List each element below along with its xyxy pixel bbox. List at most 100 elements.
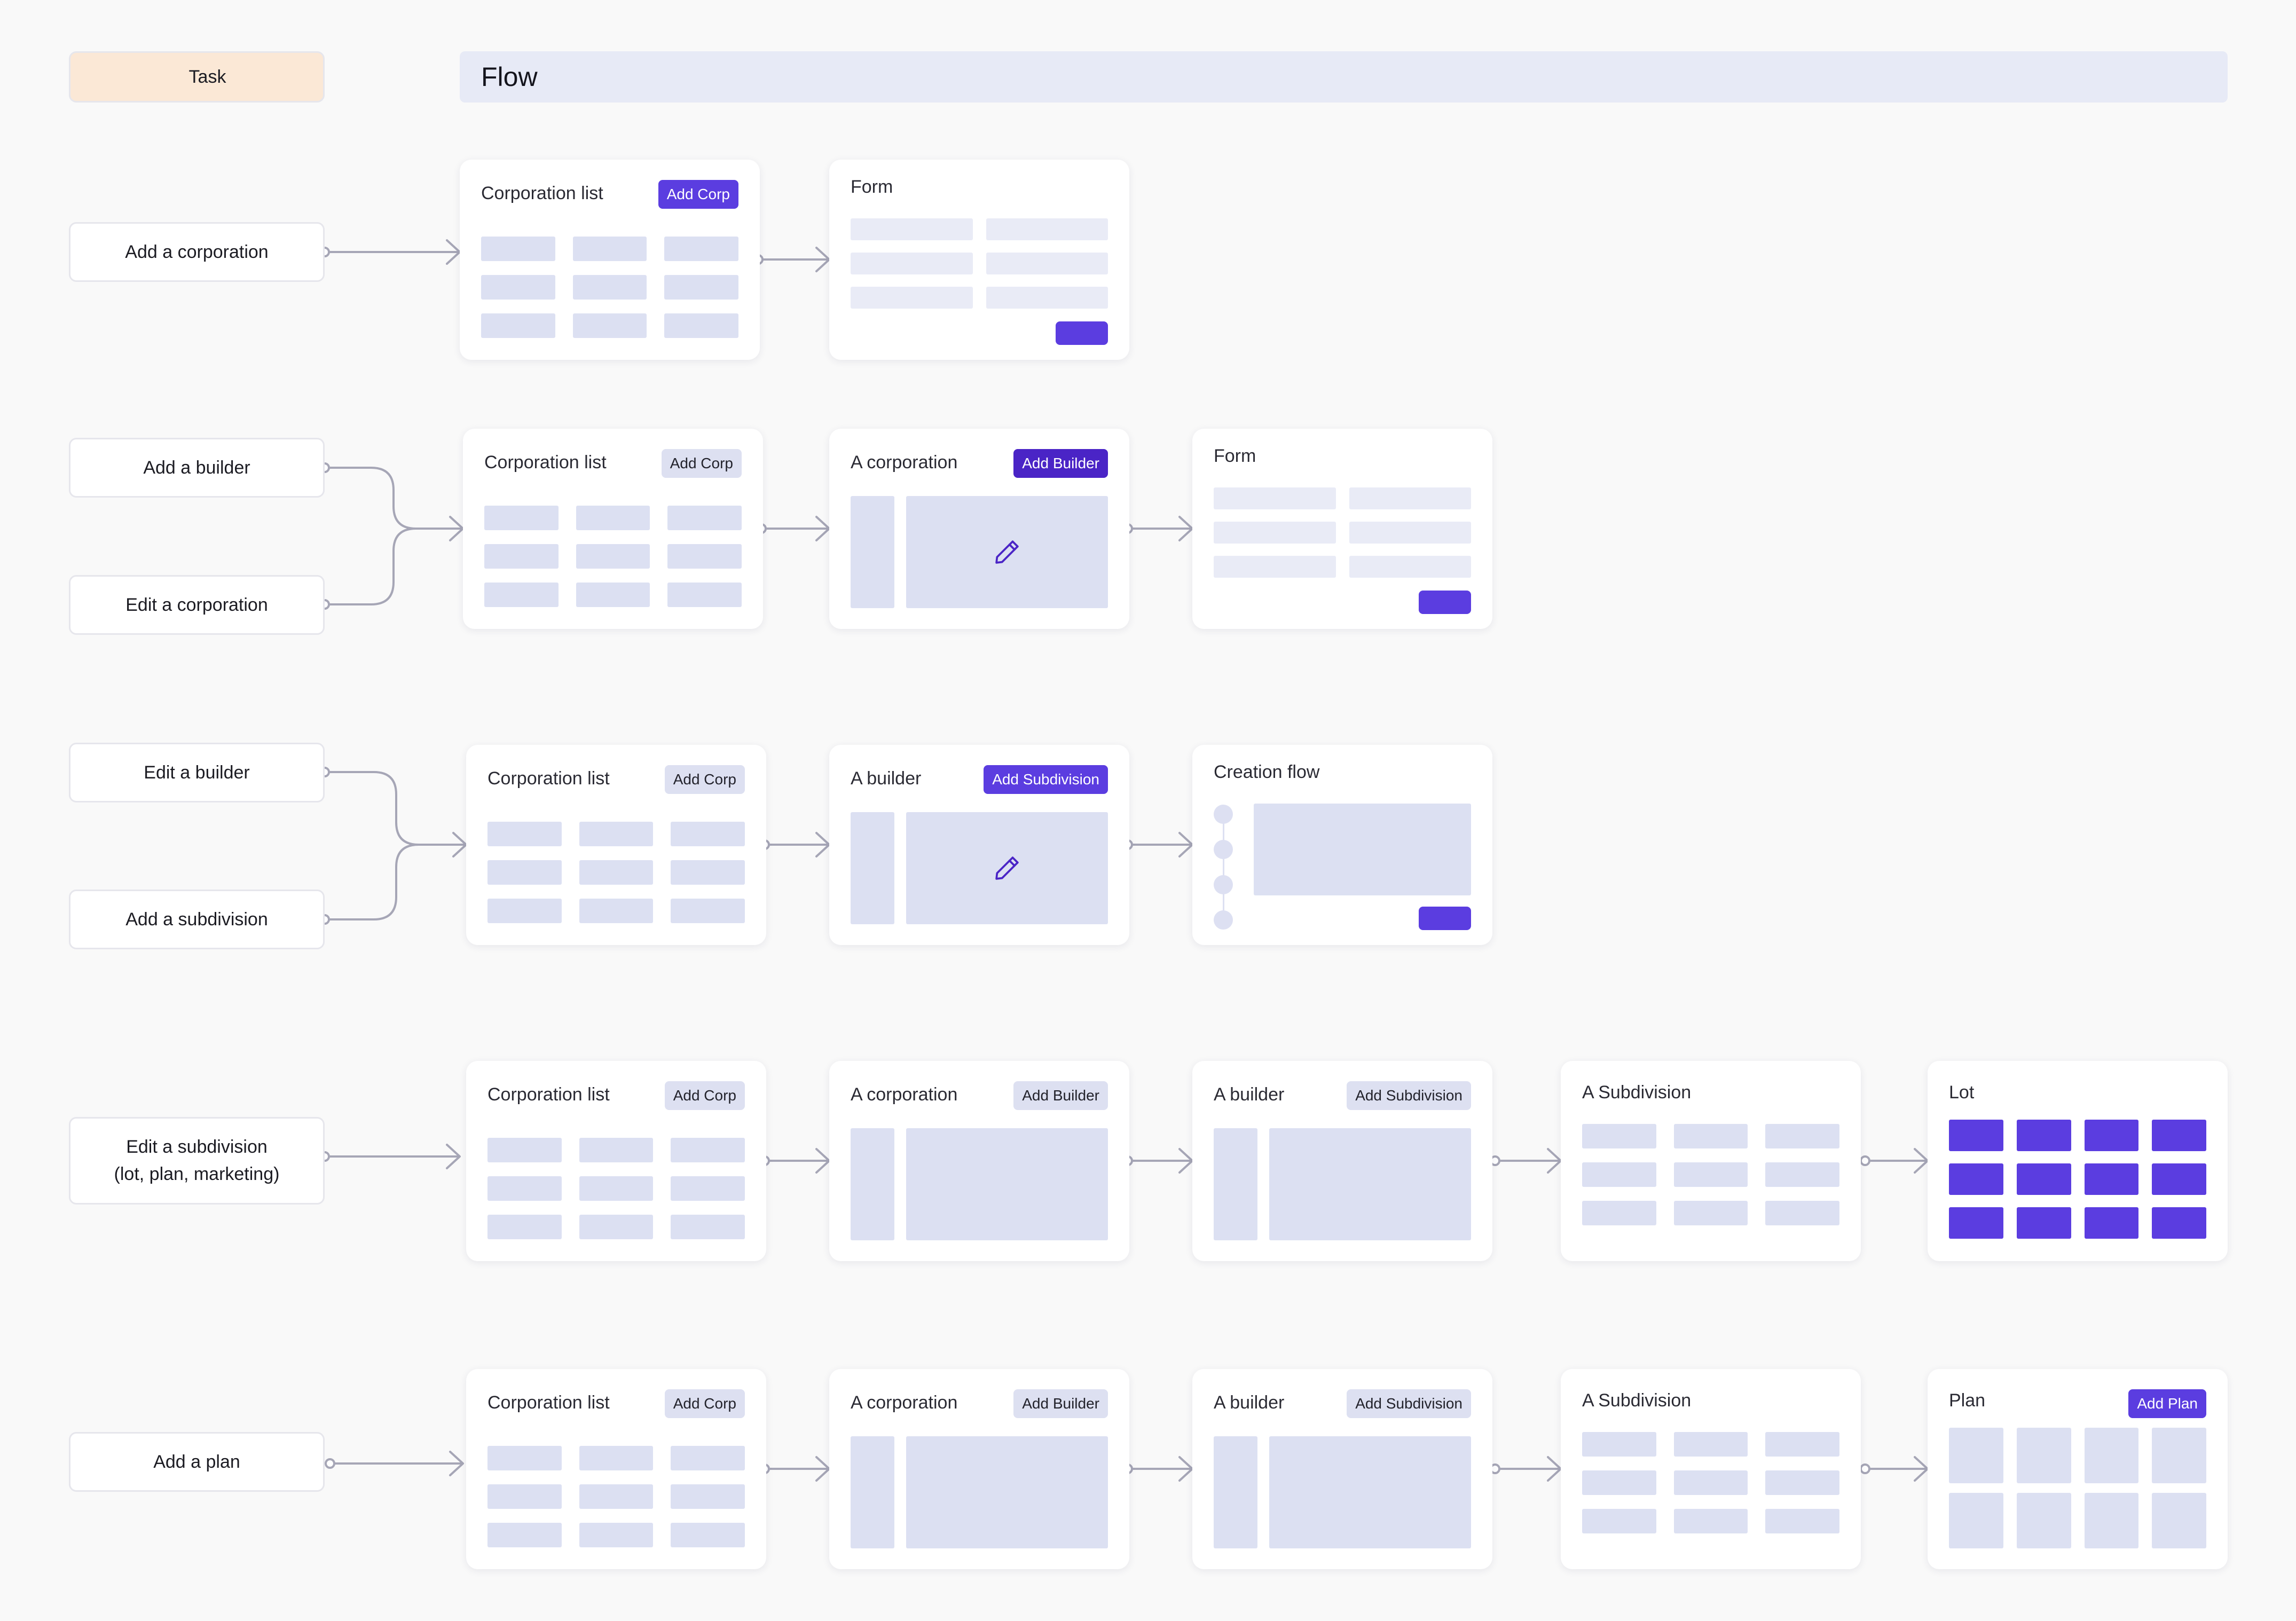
task-add-builder[interactable]: Add a builder [69,438,325,498]
task-flow-diagram: Task Flow Add a corporation Add a builde… [0,0,2296,1621]
task-edit-subdivision-line2: (lot, plan, marketing) [114,1164,280,1184]
lot-tile[interactable] [2152,1207,2206,1239]
connector-line [325,467,463,530]
task-edit-builder[interactable]: Edit a builder [69,743,325,802]
screen-title: Corporation list [481,183,603,203]
task-edit-subdivision-line1: Edit a subdivision [126,1137,268,1157]
connector-line [325,771,466,846]
lot-tile[interactable] [2084,1163,2139,1195]
lot-tile[interactable] [1949,1207,2003,1239]
add-corp-button[interactable]: Add Corp [658,180,738,209]
content-placeholder [906,812,1108,924]
lot-tile[interactable] [2152,1163,2206,1195]
screen-corporation-list[interactable]: Corporation list Add Corp [466,1061,766,1261]
screen-title: Corporation list [487,768,610,789]
connector-line [325,844,466,920]
lot-tile[interactable] [2084,1120,2139,1151]
step-dot [1214,840,1233,859]
screen-title: A corporation [851,1392,958,1413]
screen-a-subdivision[interactable]: A Subdivision [1561,1061,1861,1261]
lot-tile[interactable] [2152,1120,2206,1151]
connector-dot [1860,1463,1870,1474]
add-corp-button[interactable]: Add Corp [664,765,745,794]
screen-title: A corporation [851,452,958,473]
content-placeholder [1269,1128,1471,1240]
side-panel-placeholder [851,496,894,608]
add-builder-button[interactable]: Add Builder [1013,1081,1108,1110]
step-dot [1214,910,1233,930]
add-subdivision-button[interactable]: Add Subdivision [984,765,1108,794]
screen-title: A builder [1214,1392,1285,1413]
screen-a-builder[interactable]: A builder Add Subdivision [1192,1061,1492,1261]
screen-title: A corporation [851,1084,958,1105]
add-subdivision-button[interactable]: Add Subdivision [1347,1389,1471,1418]
connector-line [325,528,463,605]
screen-form[interactable]: Form [829,160,1129,360]
screen-a-corporation[interactable]: A corporation Add Builder [829,1061,1129,1261]
screen-corporation-list[interactable]: Corporation list Add Corp [466,1369,766,1569]
table-placeholder [1582,1432,1839,1533]
lot-tile[interactable] [2016,1207,2071,1239]
screen-a-subdivision[interactable]: A Subdivision [1561,1369,1861,1569]
task-add-subdivision[interactable]: Add a subdivision [69,890,325,949]
task-add-plan[interactable]: Add a plan [69,1432,325,1492]
next-button[interactable] [1419,907,1471,930]
plan-grid [1949,1428,2206,1548]
side-panel-placeholder [851,1436,894,1548]
screen-a-builder[interactable]: A builder Add Subdivision [829,745,1129,945]
screen-lot[interactable]: Lot [1928,1061,2228,1261]
lot-tile[interactable] [2016,1163,2071,1195]
screen-title: Corporation list [487,1084,610,1105]
stepper-line [1223,814,1224,921]
screen-corporation-list[interactable]: Corporation list Add Corp [460,160,760,360]
pencil-icon[interactable] [992,853,1022,883]
screen-title: A builder [1214,1084,1285,1105]
screen-title: Plan [1949,1390,1986,1411]
lot-grid [1949,1120,2206,1239]
flow-column-header: Flow [460,51,2228,103]
connector-dot [325,1458,335,1469]
screen-a-corporation[interactable]: A corporation Add Builder [829,1369,1129,1569]
screen-a-corporation[interactable]: A corporation Add Builder [829,429,1129,629]
add-plan-button[interactable]: Add Plan [2128,1389,2206,1418]
screen-title: A Subdivision [1582,1082,1692,1103]
side-panel-placeholder [1214,1436,1257,1548]
table-placeholder [487,1446,745,1547]
step-dot [1214,875,1233,894]
add-corp-button[interactable]: Add Corp [664,1081,745,1110]
add-builder-button[interactable]: Add Builder [1013,449,1108,478]
add-corp-button[interactable]: Add Corp [661,449,742,478]
lot-tile[interactable] [2084,1207,2139,1239]
pencil-icon[interactable] [992,537,1022,567]
screen-title: Form [1214,446,1256,466]
lot-tile[interactable] [2016,1120,2071,1151]
screen-form[interactable]: Form [1192,429,1492,629]
side-panel-placeholder [1214,1128,1257,1240]
screen-a-builder[interactable]: A builder Add Subdivision [1192,1369,1492,1569]
task-add-corporation[interactable]: Add a corporation [69,222,325,282]
screen-plan[interactable]: Plan Add Plan [1928,1369,2228,1569]
connector-dot [1860,1155,1870,1166]
screen-creation-flow[interactable]: Creation flow [1192,745,1492,945]
task-edit-subdivision[interactable]: Edit a subdivision (lot, plan, marketing… [69,1117,325,1205]
form-fields-placeholder [1214,487,1471,578]
task-edit-corporation[interactable]: Edit a corporation [69,575,325,635]
content-placeholder [1269,1436,1471,1548]
side-panel-placeholder [851,812,894,924]
submit-button[interactable] [1056,321,1108,345]
screen-corporation-list[interactable]: Corporation list Add Corp [463,429,763,629]
step-dot [1214,805,1233,824]
screen-title: Corporation list [487,1392,610,1413]
table-placeholder [1582,1124,1839,1225]
lot-tile[interactable] [1949,1163,2003,1195]
screen-title: A builder [851,768,922,789]
lot-tile[interactable] [1949,1120,2003,1151]
add-corp-button[interactable]: Add Corp [664,1389,745,1418]
task-column-header: Task [69,51,325,103]
add-builder-button[interactable]: Add Builder [1013,1389,1108,1418]
add-subdivision-button[interactable]: Add Subdivision [1347,1081,1471,1110]
submit-button[interactable] [1419,591,1471,614]
table-placeholder [487,822,745,923]
screen-corporation-list[interactable]: Corporation list Add Corp [466,745,766,945]
content-placeholder [906,1128,1108,1240]
